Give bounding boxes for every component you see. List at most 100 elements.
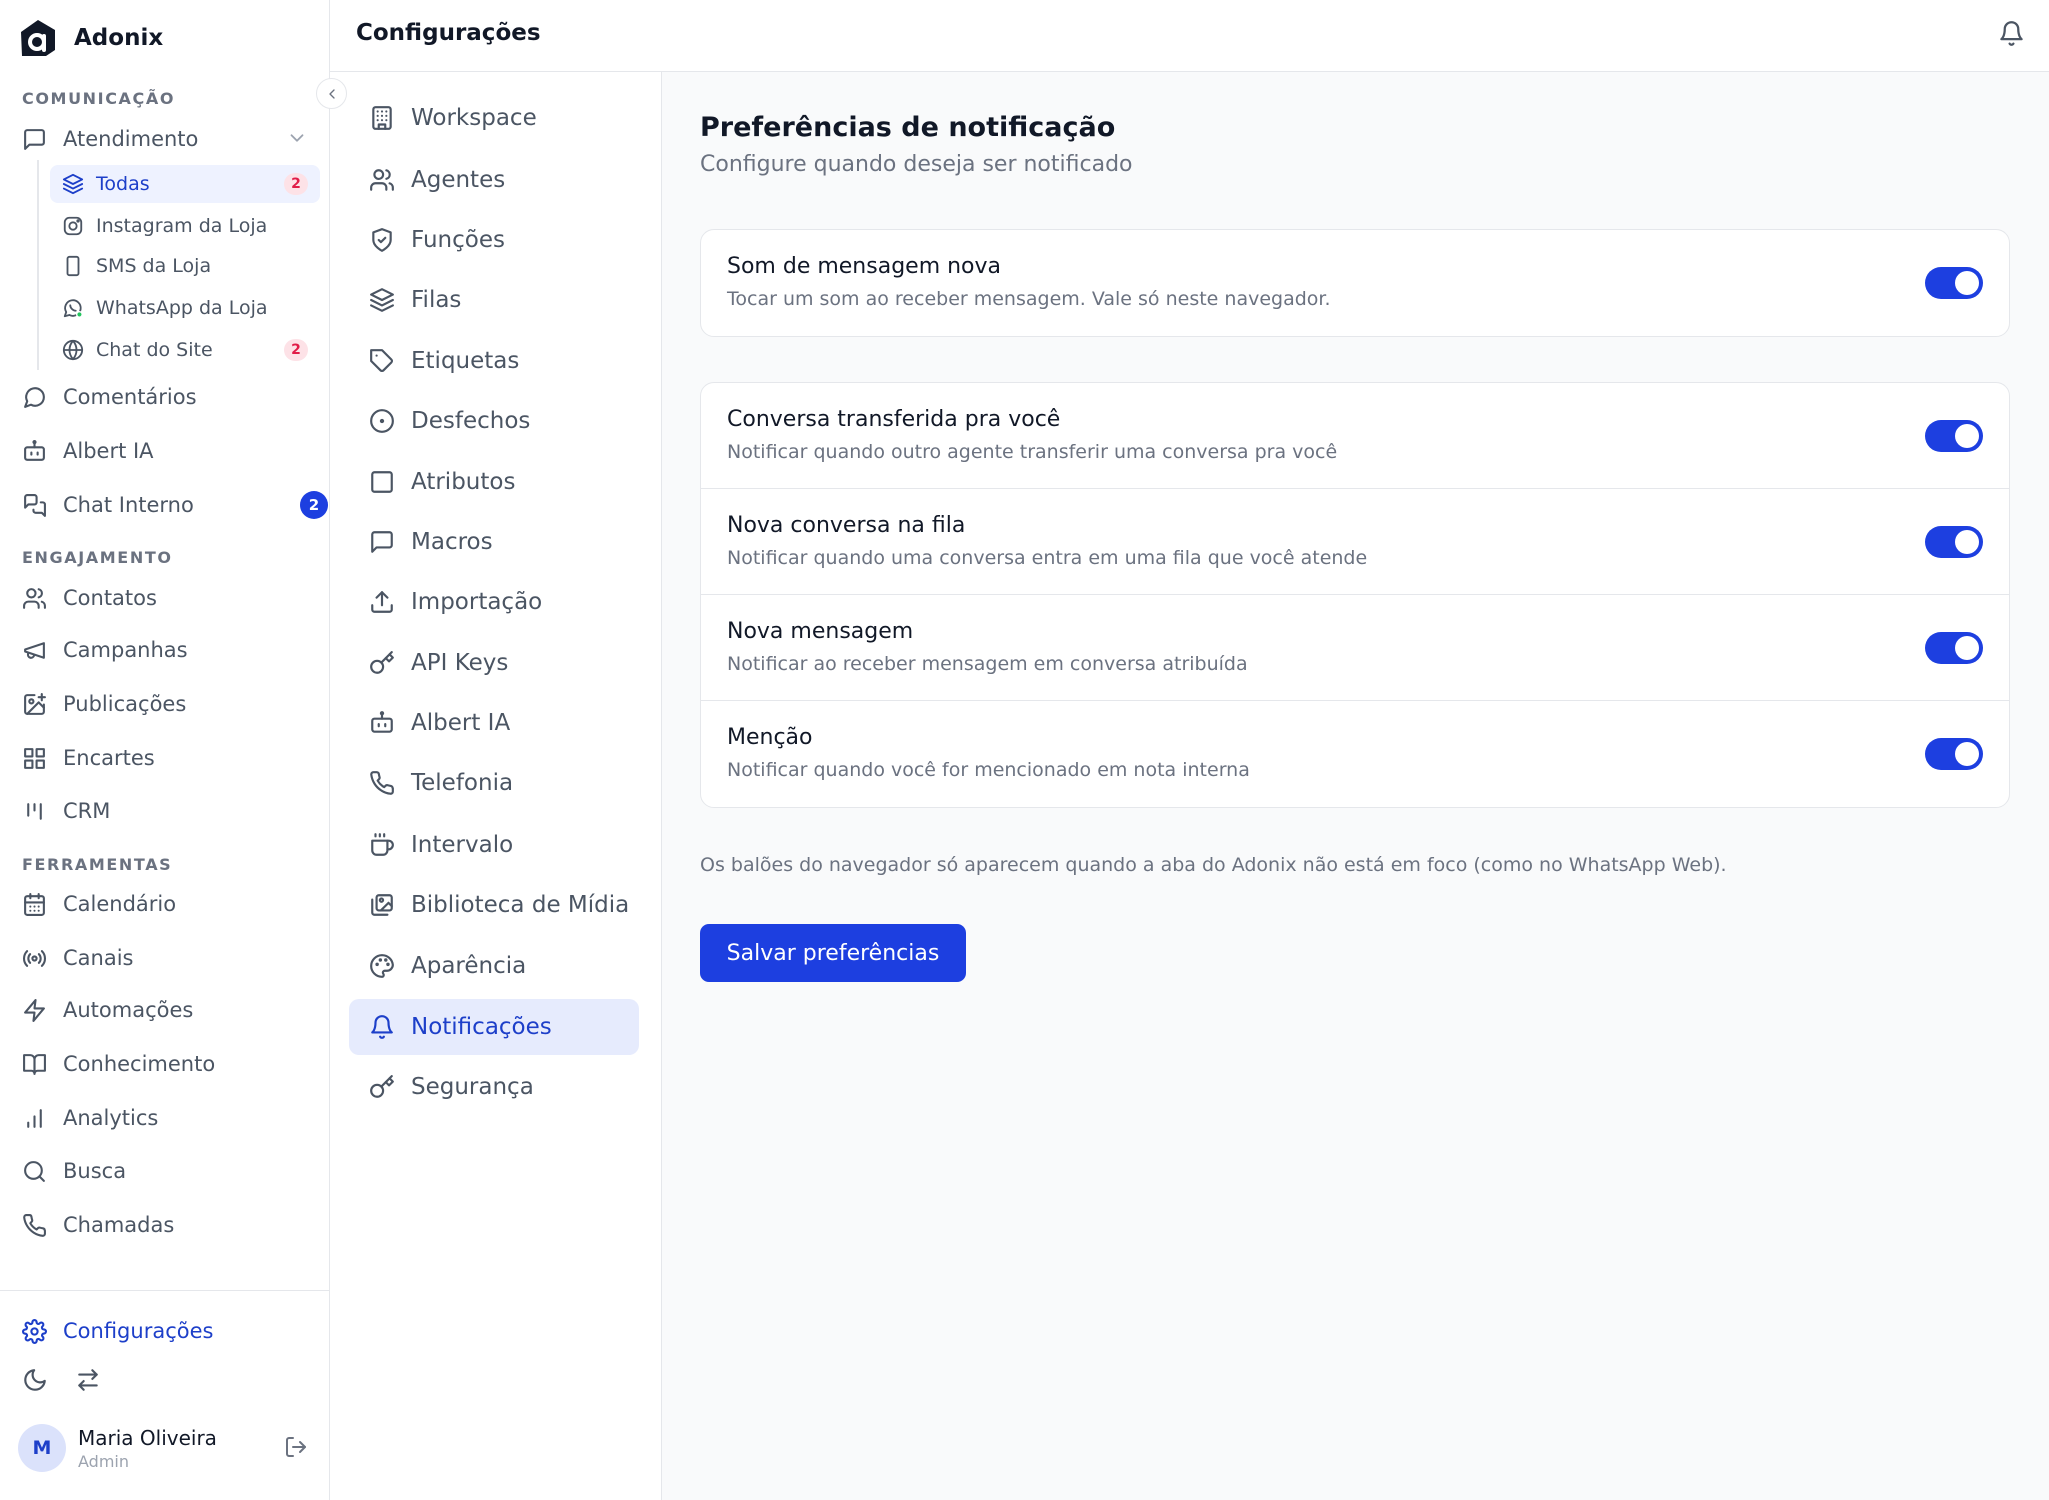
new-message-toggle[interactable] <box>1925 632 1983 664</box>
layers-icon <box>370 288 394 312</box>
setting-title: Menção <box>727 725 813 750</box>
settings-item-funcoes[interactable]: Funções <box>349 212 639 268</box>
settings-item-notificacoes[interactable]: Notificações <box>349 999 639 1055</box>
settings-item-label: Intervalo <box>411 832 514 858</box>
settings-item-importacao[interactable]: Importação <box>349 574 639 630</box>
key-icon <box>370 651 394 674</box>
settings-item-intervalo[interactable]: Intervalo <box>349 817 639 873</box>
moon-icon[interactable] <box>22 1367 48 1393</box>
settings-item-agentes[interactable]: Agentes <box>349 152 639 208</box>
sidebar-item-publicacoes[interactable]: Publicações <box>22 684 186 724</box>
bot-icon <box>371 711 393 733</box>
circle-dot-icon <box>370 409 394 433</box>
adonix-logo-icon <box>21 20 55 56</box>
setting-title: Som de mensagem nova <box>727 254 1002 279</box>
sidebar-item-automacoes[interactable]: Automações <box>22 990 193 1030</box>
sidebar-item-chat-interno[interactable]: Chat Interno 2 <box>22 485 328 525</box>
settings-item-label: Notificações <box>411 1014 552 1040</box>
sidebar-item-label: Calendário <box>63 892 177 916</box>
sidebar-item-busca[interactable]: Busca <box>22 1151 126 1191</box>
sidebar-item-label: Analytics <box>63 1106 159 1130</box>
phone-icon <box>23 1213 46 1237</box>
sidebar-item-comentarios[interactable]: Comentários <box>22 377 197 417</box>
swap-arrows-icon[interactable] <box>75 1367 101 1393</box>
sidebar-item-label: Automações <box>63 998 194 1022</box>
notification-preferences-panel: Preferências de notificação Configure qu… <box>662 72 2049 1500</box>
square-icon <box>371 471 393 493</box>
sidebar-subitem-instagram[interactable]: Instagram da Loja <box>50 207 320 245</box>
sidebar-subitem-label: WhatsApp da Loja <box>96 297 268 319</box>
sidebar-footer: Configurações M Maria Oliveira Admin <box>0 1290 330 1500</box>
settings-item-atributos[interactable]: Atributos <box>349 454 639 510</box>
section-subtitle: Configure quando deseja ser notificado <box>700 152 1133 177</box>
bell-icon <box>2000 21 2023 46</box>
brand[interactable]: Adonix <box>18 18 163 58</box>
sidebar-item-configuracoes[interactable]: Configurações <box>22 1311 213 1351</box>
whatsapp-icon <box>63 299 83 318</box>
sidebar-subitem-chat-site[interactable]: Chat do Site 2 <box>50 331 320 369</box>
sidebar-subitem-label: Todas <box>96 173 150 195</box>
mention-toggle[interactable] <box>1925 738 1983 770</box>
sidebar-item-atendimento[interactable]: Atendimento <box>22 119 304 159</box>
sound-settings-card: Som de mensagem nova Tocar um som ao rec… <box>700 229 2010 337</box>
user-profile[interactable]: M Maria Oliveira Admin <box>18 1423 318 1473</box>
setting-row-mention: Menção Notificar quando você for mencion… <box>701 701 2009 807</box>
sidebar-subitem-whatsapp[interactable]: WhatsApp da Loja <box>50 289 320 327</box>
quick-actions <box>22 1367 101 1393</box>
settings-item-label: Segurança <box>411 1074 534 1100</box>
sidebar-item-crm[interactable]: CRM <box>22 791 110 831</box>
radio-icon <box>23 949 46 967</box>
setting-row-sound: Som de mensagem nova Tocar um som ao rec… <box>701 230 2009 336</box>
new-queue-toggle[interactable] <box>1925 526 1983 558</box>
settings-item-aparencia[interactable]: Aparência <box>349 938 639 994</box>
settings-item-filas[interactable]: Filas <box>349 272 639 328</box>
chevron-left-icon <box>328 88 335 99</box>
sidebar-item-contatos[interactable]: Contatos <box>22 578 157 618</box>
sidebar-item-encartes[interactable]: Encartes <box>22 738 155 778</box>
count-badge: 2 <box>284 173 308 195</box>
key-icon <box>370 1075 394 1098</box>
settings-item-biblioteca-midia[interactable]: Biblioteca de Mídia <box>349 877 639 933</box>
bar-chart-icon <box>27 1108 42 1128</box>
settings-item-api-keys[interactable]: API Keys <box>349 635 639 691</box>
coffee-icon <box>371 833 394 856</box>
sidebar-item-label: Chat Interno <box>63 493 194 517</box>
sidebar-subitem-sms[interactable]: SMS da Loja <box>50 247 320 285</box>
settings-item-label: Biblioteca de Mídia <box>411 892 630 918</box>
settings-item-label: Funções <box>411 227 505 253</box>
sidebar-item-analytics[interactable]: Analytics <box>22 1098 158 1138</box>
settings-item-desfechos[interactable]: Desfechos <box>349 393 639 449</box>
collapse-sidebar-button[interactable] <box>316 78 347 109</box>
settings-item-etiquetas[interactable]: Etiquetas <box>349 333 639 389</box>
settings-item-label: API Keys <box>411 650 509 676</box>
upload-icon <box>371 591 393 613</box>
sidebar-item-conhecimento[interactable]: Conhecimento <box>22 1044 215 1084</box>
book-icon <box>23 1053 46 1075</box>
sound-toggle[interactable] <box>1925 267 1983 299</box>
sidebar-item-canais[interactable]: Canais <box>22 938 134 978</box>
settings-item-telefonia[interactable]: Telefonia <box>349 755 639 811</box>
phone-icon <box>370 771 394 795</box>
megaphone-icon <box>24 641 45 659</box>
settings-item-macros[interactable]: Macros <box>349 514 639 570</box>
sidebar-item-calendario[interactable]: Calendário <box>22 884 176 924</box>
sidebar-subitem-todas[interactable]: Todas 2 <box>50 165 320 203</box>
count-badge: 2 <box>300 491 328 519</box>
setting-title: Conversa transferida pra você <box>727 407 1061 432</box>
transfer-toggle[interactable] <box>1925 420 1983 452</box>
sidebar-item-chamadas[interactable]: Chamadas <box>22 1205 174 1245</box>
sidebar-item-albert-ia[interactable]: Albert IA <box>22 431 154 471</box>
settings-item-workspace[interactable]: Workspace <box>349 90 639 146</box>
settings-item-albert-ia[interactable]: Albert IA <box>349 695 639 751</box>
settings-item-label: Importação <box>411 589 543 615</box>
sidebar-item-campanhas[interactable]: Campanhas <box>22 630 188 670</box>
logout-icon <box>286 1437 306 1457</box>
logout-button[interactable] <box>284 1435 308 1459</box>
save-preferences-button[interactable]: Salvar preferências <box>700 924 966 982</box>
setting-description: Notificar quando outro agente transferir… <box>727 441 1338 463</box>
settings-item-seguranca[interactable]: Segurança <box>349 1059 639 1115</box>
zap-icon <box>24 998 45 1022</box>
section-heading-comunicacao: COMUNICAÇÃO <box>22 89 176 108</box>
chat-bubbles-icon <box>24 493 46 517</box>
notifications-button[interactable] <box>1998 20 2025 47</box>
